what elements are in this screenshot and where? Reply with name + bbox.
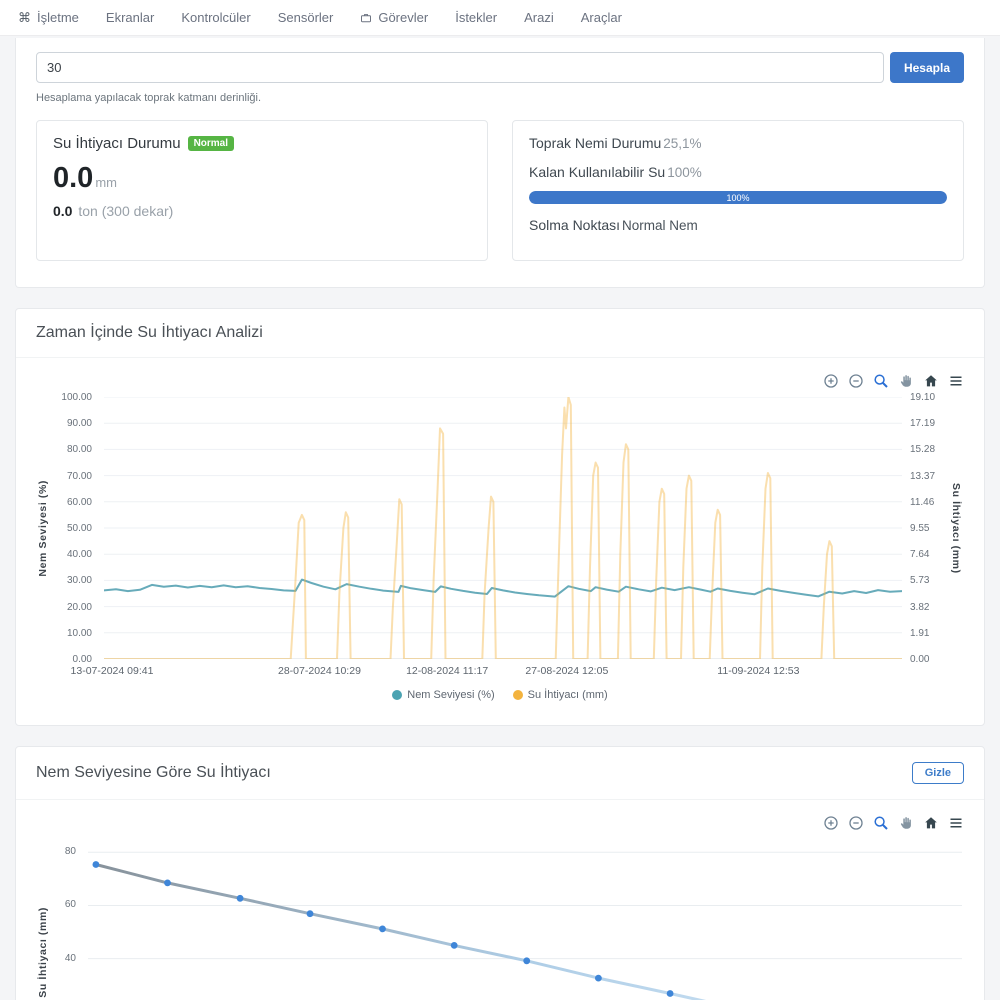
water-progress-fill: 100% (529, 191, 947, 204)
soil-moisture-label: Toprak Nemi Durumu (529, 135, 661, 151)
wilting-point-value: Normal Nem (622, 218, 698, 233)
water-need-value: 0.0 (53, 162, 93, 195)
zoom-out-icon[interactable] (847, 372, 864, 389)
legend-label: Su İhtiyacı (mm) (528, 689, 608, 701)
hesapla-button[interactable]: Hesapla (890, 52, 964, 83)
selection-zoom-icon[interactable] (872, 372, 889, 389)
status-badge: Normal (188, 136, 234, 151)
chart2-y-axis-title: Su İhtiyacı (mm) (36, 839, 50, 1000)
pan-icon[interactable] (897, 814, 914, 831)
zoom-out-icon[interactable] (847, 814, 864, 831)
water-need-title: Su İhtiyacı Durumu (53, 135, 181, 152)
nav-item-isletme[interactable]: ⌘ İşletme (18, 10, 79, 26)
water-need-secondary-unit: ton (300 dekar) (78, 203, 173, 219)
nav-item-istekler[interactable]: İstekler (455, 10, 497, 25)
depth-input[interactable] (36, 52, 884, 83)
chart1-right-axis-ticks: 19.1017.1915.2813.3711.469.557.645.733.8… (906, 397, 948, 659)
moisture-water-chart-card: Nem Seviyesine Göre Su İhtiyacı Gizle Su… (15, 746, 985, 1000)
chart2-title: Nem Seviyesine Göre Su İhtiyacı (36, 764, 271, 782)
calculation-panel: Hesapla Hesaplama yapılacak toprak katma… (15, 38, 985, 288)
chart1-title: Zaman İçinde Su İhtiyacı Analizi (36, 324, 263, 342)
input-helper-text: Hesaplama yapılacak toprak katmanı derin… (36, 92, 964, 104)
legend-marker (513, 690, 523, 700)
nav-item-araclar[interactable]: Araçlar (581, 10, 622, 25)
nav-item-label: Arazi (524, 10, 554, 25)
water-need-card: Su İhtiyacı Durumu Normal 0.0 mm 0.0 ton… (36, 120, 488, 261)
chart2-toolbar (36, 806, 964, 837)
wilting-point-label: Solma Noktası (529, 217, 620, 233)
nav-item-label: Ekranlar (106, 10, 154, 25)
zoom-in-icon[interactable] (822, 814, 839, 831)
menu-icon[interactable] (947, 814, 964, 831)
nav-item-arazi[interactable]: Arazi (524, 10, 554, 25)
top-navigation: ⌘ İşletme Ekranlar Kontrolcüler Sensörle… (0, 0, 1000, 36)
soil-moisture-value: 25,1% (663, 136, 701, 151)
nav-brand-label: İşletme (37, 10, 79, 25)
legend-label: Nem Seviyesi (%) (407, 689, 494, 701)
chart1-left-axis-title: Nem Seviyesi (%) (36, 397, 50, 659)
nav-item-ekranlar[interactable]: Ekranlar (106, 10, 154, 25)
soil-moisture-card: Toprak Nemi Durumu25,1% Kalan Kullanılab… (512, 120, 964, 261)
chart1-toolbar (36, 364, 964, 395)
water-progress-label: 100% (726, 193, 749, 203)
zoom-in-icon[interactable] (822, 372, 839, 389)
pan-icon[interactable] (897, 372, 914, 389)
nav-item-kontrolculer[interactable]: Kontrolcüler (181, 10, 250, 25)
time-analysis-chart: Nem Seviyesi (%) 100.0090.0080.0070.0060… (36, 397, 964, 711)
chart1-x-axis-ticks: 13-07-2024 09:4128-07-2024 10:2912-08-20… (104, 665, 902, 681)
usable-water-label: Kalan Kullanılabilir Su (529, 164, 665, 180)
nav-item-label: Araçlar (581, 10, 622, 25)
chart2-plot-area[interactable] (88, 839, 962, 1000)
selection-zoom-icon[interactable] (872, 814, 889, 831)
legend-item[interactable]: Su İhtiyacı (mm) (513, 689, 608, 701)
nav-item-label: Sensörler (278, 10, 334, 25)
chart2-y-axis-ticks: 80604020 (50, 839, 84, 1000)
gizle-button[interactable]: Gizle (912, 762, 964, 784)
water-progress-bar: 100% (529, 191, 947, 204)
nav-item-label: İstekler (455, 10, 497, 25)
nav-item-label: Görevler (378, 10, 428, 25)
usable-water-value: 100% (667, 165, 702, 180)
moisture-water-chart: Su İhtiyacı (mm) 80604020 (36, 839, 964, 1000)
company-icon: ⌘ (18, 10, 31, 26)
briefcase-icon (360, 12, 372, 24)
menu-icon[interactable] (947, 372, 964, 389)
time-analysis-chart-card: Zaman İçinde Su İhtiyacı Analizi Nem Sev… (15, 308, 985, 726)
water-need-unit: mm (95, 175, 117, 190)
nav-item-label: Kontrolcüler (181, 10, 250, 25)
chart1-legend: Nem Seviyesi (%) Su İhtiyacı (mm) (36, 689, 964, 701)
chart1-right-axis-title: Su İhtiyacı (mm) (948, 397, 964, 659)
nav-item-gorevler[interactable]: Görevler (360, 10, 428, 25)
legend-marker (392, 690, 402, 700)
chart1-left-axis-ticks: 100.0090.0080.0070.0060.0050.0040.0030.0… (50, 397, 100, 659)
home-icon[interactable] (922, 814, 939, 831)
water-need-secondary-value: 0.0 (53, 203, 72, 219)
nav-item-sensorler[interactable]: Sensörler (278, 10, 334, 25)
home-icon[interactable] (922, 372, 939, 389)
chart1-plot-area[interactable] (104, 397, 902, 659)
legend-item[interactable]: Nem Seviyesi (%) (392, 689, 494, 701)
